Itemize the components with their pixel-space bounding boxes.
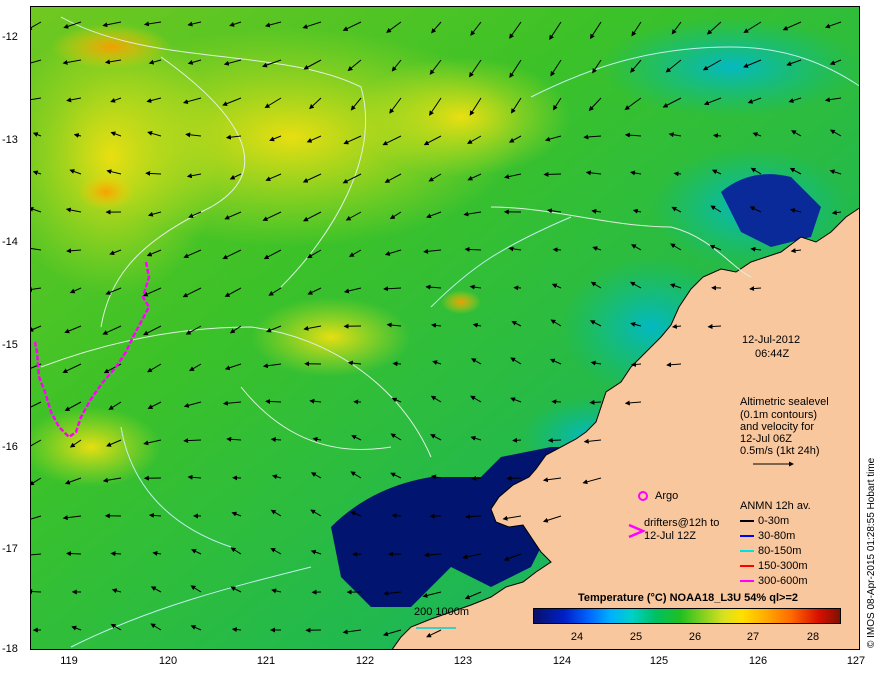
lon-tick: 121: [256, 655, 276, 667]
temperature-colorbar: [533, 608, 841, 624]
bathymetry-label: 200 1000m: [414, 606, 470, 618]
altimetry-line-2: (0.1m contours): [740, 409, 818, 421]
lon-tick: 119: [60, 655, 78, 667]
velocity-arrow: [506, 475, 522, 481]
altimetry-line-4: 12-Jul 06Z: [740, 433, 792, 445]
lat-tick: -16: [2, 441, 18, 453]
velocity-arrow: [589, 399, 602, 405]
argo-label: Argo: [655, 490, 679, 502]
depth-legend-item: 150-300m: [740, 560, 808, 572]
drifters-label-1: drifters@12h to: [644, 517, 720, 529]
arrow-icon: [740, 565, 754, 568]
time-label: 06:44Z: [755, 348, 790, 360]
lat-tick: -14: [2, 236, 18, 248]
hot-patch: [441, 290, 481, 314]
lon-tick: 124: [552, 655, 572, 667]
depth-legend-item: 30-80m: [740, 530, 795, 542]
depth-legend-item: 300-600m: [740, 575, 808, 587]
drifters-label-2: 12-Jul 12Z: [644, 530, 696, 542]
velocity-arrow: [673, 171, 682, 177]
velocity-arrow: [551, 399, 562, 405]
sst-map-canvas: [31, 7, 859, 649]
hot-patch: [78, 174, 134, 210]
colorbar-tick: 28: [806, 631, 820, 643]
sst-map[interactable]: [30, 6, 860, 650]
velocity-arrow: [265, 398, 282, 404]
velocity-arrow: [391, 513, 402, 519]
altimetry-line-5: 0.5m/s (1kt 24h): [740, 445, 820, 457]
lat-tick: -18: [2, 643, 18, 655]
velocity-arrow: [547, 437, 562, 443]
lon-tick: 125: [649, 655, 669, 667]
lon-tick: 122: [355, 655, 375, 667]
colorbar-tick: 25: [629, 631, 643, 643]
lat-tick: -15: [2, 339, 18, 351]
velocity-arrow: [512, 437, 522, 443]
depth-legend-item: 80-150m: [740, 545, 801, 557]
lon-tick: 120: [158, 655, 178, 667]
lat-tick: -17: [2, 543, 18, 555]
velocity-arrow: [712, 133, 722, 139]
altimetry-line-3: and velocity for: [740, 421, 814, 433]
lat-tick: -12: [2, 31, 18, 43]
credit-text: © IMOS 08-Apr-2015 01:28:55 Hobart time: [866, 457, 877, 648]
velocity-arrow: [392, 361, 402, 367]
cool-patch: [601, 17, 859, 117]
lon-tick: 127: [846, 655, 866, 667]
colorbar-tick: 27: [746, 631, 760, 643]
arrow-icon: [740, 580, 754, 583]
warm-patch: [351, 57, 571, 177]
velocity-arrow: [552, 247, 562, 253]
colorbar-tick: 26: [688, 631, 702, 643]
velocity-arrow: [110, 551, 122, 557]
lon-tick: 123: [453, 655, 473, 667]
depth-legend-item: 0-30m: [740, 515, 789, 527]
lon-tick: 126: [748, 655, 768, 667]
anmn-title: ANMN 12h av.: [740, 500, 811, 512]
arrow-icon: [740, 520, 754, 523]
arrow-icon: [740, 550, 754, 553]
altimetry-line-1: Altimetric sealevel: [740, 396, 829, 408]
arrow-icon: [740, 535, 754, 538]
colorbar-title: Temperature (°C) NOAA18_L3U 54% ql>=2: [578, 592, 798, 604]
velocity-arrow: [65, 551, 82, 557]
lat-tick: -13: [2, 134, 18, 146]
date-label: 12-Jul-2012: [742, 334, 801, 346]
velocity-arrow: [543, 171, 562, 177]
velocity-arrow: [471, 475, 482, 481]
colorbar-tick: 24: [570, 631, 584, 643]
